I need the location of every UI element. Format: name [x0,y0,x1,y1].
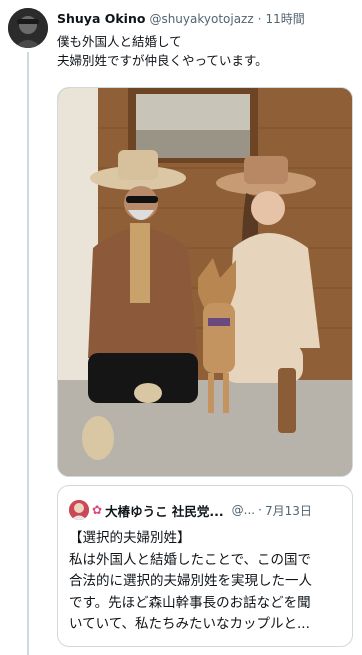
quoted-text-line: 【選択的夫婦別姓】 [69,530,191,546]
tweet-text-line: 僕も外国人と結婚して [57,34,182,49]
quoted-tweet-text: 【選択的夫婦別姓】 私は外国人と結婚したことで、この国で 合法的に選択的夫婦別姓… [69,528,344,636]
quoted-tweet-date: 7月13日 [264,503,312,518]
separator-dot: · [257,12,262,26]
thread-line [27,52,29,655]
author-handle[interactable]: @shuyakyotojazz [149,12,253,26]
avatar-photo [8,8,48,48]
tweet-time[interactable]: 11時間 [265,12,304,26]
quoted-author-avatar [69,500,89,520]
quoted-avatar-photo [69,500,89,520]
tweet-header: Shuya Okino @shuyakyotojazz · 11時間 [57,10,354,28]
quoted-text-line: です。先ほど森山幹事長のお話などを聞 [69,594,311,611]
quoted-author-handle: @... [231,503,256,517]
photo-couple-with-dog [58,88,352,476]
separator-dot: · [258,503,262,517]
tweet-text: 僕も外国人と結婚して 夫婦別姓ですが仲良くやっています。 [57,32,354,70]
quoted-tweet[interactable]: ✿ 大椿ゆうこ 社民党... @... · 7月13日 【選択的夫婦別姓】 私は… [57,485,353,647]
quoted-text-line: 合法的に選択的夫婦別姓を実現した一人 [69,573,312,589]
author-avatar[interactable] [8,8,48,48]
quoted-author-name: 大椿ゆうこ 社民党... [105,503,224,519]
quoted-tweet-header: ✿ 大椿ゆうこ 社民党... @... · 7月13日 [69,499,344,521]
quoted-text-line: 私は外国人と結婚したことで、この国で [69,551,312,568]
flower-icon: ✿ [92,503,103,517]
tweet-text-line: 夫婦別姓ですが仲良くやっています。 [57,53,268,68]
author-name[interactable]: Shuya Okino [57,11,145,26]
quoted-text-line: いていて、私たちみたいなカップルと... [69,616,310,632]
tweet-photo[interactable] [57,87,353,477]
